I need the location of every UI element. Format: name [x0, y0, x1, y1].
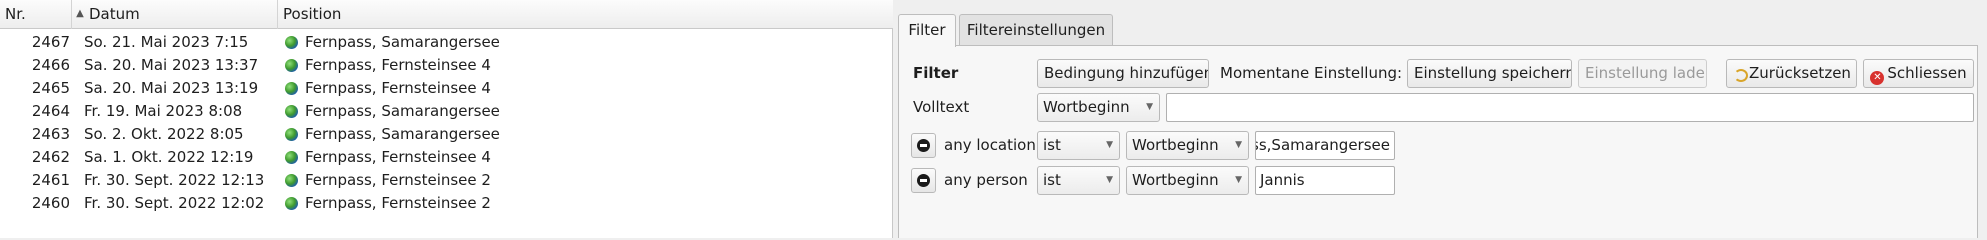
fulltext-input[interactable] [1166, 93, 1974, 122]
cell-position-text: Fernpass, Fernsteinsee 2 [305, 171, 491, 189]
globe-icon [285, 151, 298, 164]
cell-position: Fernpass, Fernsteinsee 4 [285, 146, 885, 169]
cell-nr: 2464 [31, 102, 70, 120]
fulltext-mode-select[interactable]: Wortbeginn ▼ [1037, 93, 1160, 122]
globe-icon [285, 82, 298, 95]
condition-mode-value: Wortbeginn [1132, 171, 1219, 189]
globe-icon [285, 174, 298, 187]
fulltext-label: Volltext [913, 98, 970, 116]
cell-datum: So. 2. Okt. 2022 8:05 [84, 125, 244, 143]
condition-mode-value: Wortbeginn [1132, 136, 1219, 154]
table-header: Nr. Datum ▲ Position [0, 0, 893, 29]
globe-icon [285, 36, 298, 49]
chevron-down-icon: ▼ [1235, 140, 1242, 150]
cell-position: Fernpass, Fernsteinsee 2 [285, 192, 885, 215]
cell-datum: Sa. 1. Okt. 2022 12:19 [84, 148, 254, 166]
cell-position: Fernpass, Fernsteinsee 4 [285, 77, 885, 100]
condition-operator-select[interactable]: ist ▼ [1037, 166, 1120, 195]
reset-button-label: Zurücksetzen [1749, 64, 1851, 82]
chevron-down-icon: ▼ [1146, 102, 1153, 112]
cell-datum: Fr. 30. Sept. 2022 12:13 [84, 171, 265, 189]
save-setting-button[interactable]: Einstellung speichern [1407, 59, 1572, 88]
cell-position-text: Fernpass, Fernsteinsee 4 [305, 148, 491, 166]
condition-operator-value: ist [1043, 171, 1061, 189]
cell-datum: Fr. 19. Mai 2023 8:08 [84, 102, 243, 120]
table-row[interactable]: 2467 So. 21. Mai 2023 7:15 Fernpass, Sam… [0, 31, 893, 54]
cell-position-text: Fernpass, Samarangersee [305, 125, 500, 143]
condition-field-label: any location [944, 136, 1036, 154]
globe-icon [285, 128, 298, 141]
table-row[interactable]: 2464 Fr. 19. Mai 2023 8:08 Fernpass, Sam… [0, 100, 893, 123]
column-header-position[interactable]: Position [278, 0, 893, 29]
condition-operator-value: ist [1043, 136, 1061, 154]
cell-position-text: Fernpass, Fernsteinsee 4 [305, 56, 491, 74]
condition-value-input[interactable]: Jannis [1255, 166, 1395, 195]
close-button[interactable]: ✕ Schliessen [1863, 59, 1974, 88]
table-row[interactable]: 2465 Sa. 20. Mai 2023 13:19 Fernpass, Fe… [0, 77, 893, 100]
results-table: Nr. Datum ▲ Position 2467 So. 21. Mai 20… [0, 0, 893, 238]
table-body: 2467 So. 21. Mai 2023 7:15 Fernpass, Sam… [0, 31, 893, 215]
table-row[interactable]: 2460 Fr. 30. Sept. 2022 12:02 Fernpass, … [0, 192, 893, 215]
remove-icon [917, 174, 930, 187]
table-row[interactable]: 2462 Sa. 1. Okt. 2022 12:19 Fernpass, Fe… [0, 146, 893, 169]
chevron-down-icon: ▼ [1235, 175, 1242, 185]
chevron-down-icon: ▼ [1106, 140, 1113, 150]
tab-filter-settings[interactable]: Filtereinstellungen [959, 14, 1113, 46]
remove-icon [917, 139, 930, 152]
current-setting-label: Momentane Einstellung: [1220, 64, 1403, 82]
close-button-label: Schliessen [1887, 64, 1967, 82]
table-row[interactable]: 2466 Sa. 20. Mai 2023 13:37 Fernpass, Fe… [0, 54, 893, 77]
cell-nr: 2463 [31, 125, 70, 143]
undo-icon [1733, 67, 1748, 82]
condition-value-input[interactable]: Fernpass,Samarangersee [1255, 131, 1395, 160]
cell-position-text: Fernpass, Samarangersee [305, 102, 500, 120]
table-row[interactable]: 2463 So. 2. Okt. 2022 8:05 Fernpass, Sam… [0, 123, 893, 146]
cell-datum: Fr. 30. Sept. 2022 12:02 [84, 194, 265, 212]
column-header-datum[interactable]: Datum [72, 0, 278, 29]
globe-icon [285, 105, 298, 118]
condition-mode-select[interactable]: Wortbeginn ▼ [1126, 131, 1249, 160]
cell-datum: Sa. 20. Mai 2023 13:37 [84, 56, 259, 74]
chevron-down-icon: ▼ [1106, 175, 1113, 185]
remove-condition-button[interactable] [911, 168, 936, 193]
condition-mode-select[interactable]: Wortbeginn ▼ [1126, 166, 1249, 195]
globe-icon [285, 59, 298, 72]
fulltext-mode-value: Wortbeginn [1043, 98, 1130, 116]
cell-position-text: Fernpass, Fernsteinsee 2 [305, 194, 491, 212]
cell-position: Fernpass, Fernsteinsee 2 [285, 169, 885, 192]
close-icon: ✕ [1870, 71, 1885, 85]
cell-nr: 2461 [31, 171, 70, 189]
add-condition-button[interactable]: Bedingung hinzufügen… [1037, 59, 1209, 88]
table-row[interactable]: 2461 Fr. 30. Sept. 2022 12:13 Fernpass, … [0, 169, 893, 192]
column-header-nr[interactable]: Nr. [0, 0, 72, 29]
cell-nr: 2462 [31, 148, 70, 166]
globe-icon [285, 197, 298, 210]
reset-button[interactable]: Zurücksetzen [1726, 59, 1857, 88]
cell-position-text: Fernpass, Fernsteinsee 4 [305, 79, 491, 97]
filter-title: Filter [913, 64, 959, 82]
load-setting-button[interactable]: Einstellung laden [1578, 59, 1707, 88]
tab-filter[interactable]: Filter [898, 14, 956, 47]
remove-condition-button[interactable] [911, 133, 936, 158]
condition-field-label: any person [944, 171, 1028, 189]
cell-position: Fernpass, Fernsteinsee 4 [285, 54, 885, 77]
cell-datum: Sa. 20. Mai 2023 13:19 [84, 79, 259, 97]
condition-operator-select[interactable]: ist ▼ [1037, 131, 1120, 160]
cell-position: Fernpass, Samarangersee [285, 123, 885, 146]
cell-nr: 2467 [31, 33, 70, 51]
sort-ascending-icon: ▲ [76, 8, 84, 19]
cell-nr: 2466 [31, 56, 70, 74]
cell-position: Fernpass, Samarangersee [285, 31, 885, 54]
cell-nr: 2460 [31, 194, 70, 212]
cell-position: Fernpass, Samarangersee [285, 100, 885, 123]
cell-position-text: Fernpass, Samarangersee [305, 33, 500, 51]
cell-datum: So. 21. Mai 2023 7:15 [84, 33, 249, 51]
cell-nr: 2465 [31, 79, 70, 97]
